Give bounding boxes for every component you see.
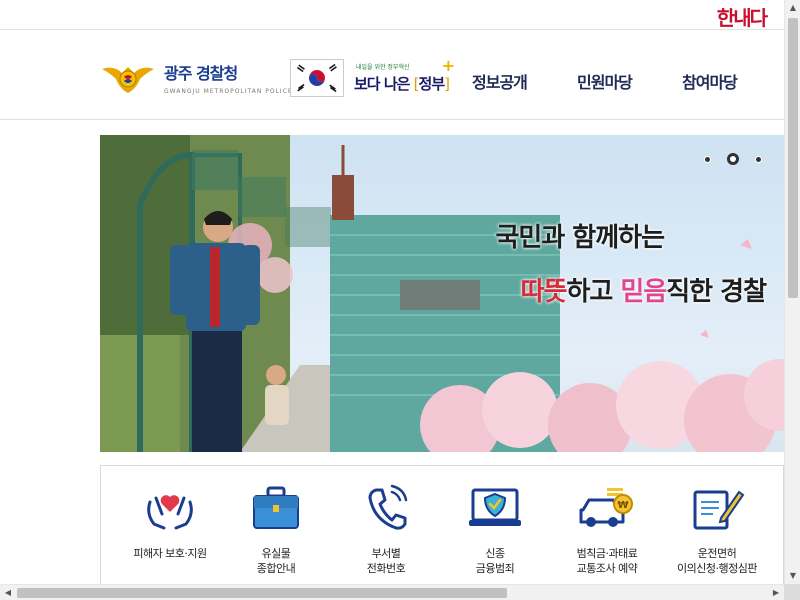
slide-pagination [704,153,762,165]
shield-laptop-icon [469,488,521,526]
police-subtitle: GWANGJU METROPOLITAN POLICE [164,87,293,95]
scroll-left-icon[interactable]: ◀ [0,585,16,600]
vertical-scroll-thumb[interactable] [788,18,798,298]
document-pen-icon [693,490,745,530]
car-coin-icon: ₩ [579,488,633,527]
page: 한내다 광주 경찰청 GWANGJU METROPOLITAN POLICE 내… [0,0,800,600]
top-utility-bar: 한내다 [0,0,784,30]
banner-slogan-line2: 따뜻하고 믿음직한 경찰 [520,277,767,307]
hangul-logo[interactable]: 한내다 [717,2,768,31]
plus-icon: + [441,56,455,75]
nav-participation[interactable]: 참여마당 [682,69,738,93]
quick-license-appeal[interactable]: 운전면허 이의신청·행정심판 [655,484,779,576]
quick-phone-directory[interactable]: 부서별 전화번호 [329,484,443,576]
quick-financial-crime[interactable]: 신종 금융범죄 [438,484,552,576]
scrollbar-corner [784,584,800,600]
nav-info-disclosure[interactable]: 정보공개 [472,69,528,93]
police-emblem-icon [102,67,154,93]
quick-traffic-fines[interactable]: ₩ 범칙금·과태료 교통조사 예약 [550,484,664,576]
gwangju-police-logo[interactable]: 광주 경찰청 GWANGJU METROPOLITAN POLICE [100,59,293,95]
slide-dot-1[interactable] [704,155,711,163]
quick-victim-support[interactable]: 피해자 보호·지원 [113,484,227,561]
government-innovation-logo[interactable]: 내일을 위한 정부혁신 보다 나은 [정부] + [290,56,455,97]
quick-label: 범칙금·과태료 교통조사 예약 [576,547,638,575]
scroll-up-icon[interactable]: ▲ [785,0,800,16]
vertical-scrollbar[interactable]: ▲ ▼ [784,0,800,584]
quick-label: 부서별 전화번호 [366,547,406,575]
quick-label: 신종 금융범죄 [475,547,515,575]
site-header: 광주 경찰청 GWANGJU METROPOLITAN POLICE 내일을 위… [0,31,784,120]
police-name: 광주 경찰청 [164,63,238,83]
main-banner[interactable]: 국민과 함께하는 따뜻하고 믿음직한 경찰 [100,135,784,452]
nav-civil-service[interactable]: 민원마당 [577,69,633,93]
quick-lost-items[interactable]: 유실물 종합안내 [219,484,333,576]
taegeukgi-flag-icon [290,59,344,97]
scroll-right-icon[interactable]: ▶ [768,585,784,600]
hands-heart-icon [147,495,193,530]
horizontal-scrollbar[interactable]: ◀ ▶ [0,584,784,600]
quick-label: 피해자 보호·지원 [133,547,207,560]
slide-dot-2[interactable] [727,153,739,165]
gov-tagline: 내일을 위한 정부혁신 [356,64,410,71]
horizontal-scroll-thumb[interactable] [17,588,507,598]
slide-dot-3[interactable] [755,155,762,163]
banner-slogan-line1: 국민과 함께하는 [495,223,665,253]
briefcase-icon [253,486,299,529]
phone-icon [368,484,408,530]
quick-label: 유실물 종합안내 [256,547,296,575]
quick-label: 운전면허 이의신청·행정심판 [677,547,757,575]
gov-slogan: 보다 나은 [정부] [354,75,450,93]
svg-text:₩: ₩ [617,500,628,511]
scroll-down-icon[interactable]: ▼ [785,568,800,584]
quick-menu: 피해자 보호·지원 유실물 종합안내 부서별 전화번호 신종 금융범죄 ₩ 범칙… [100,465,784,595]
